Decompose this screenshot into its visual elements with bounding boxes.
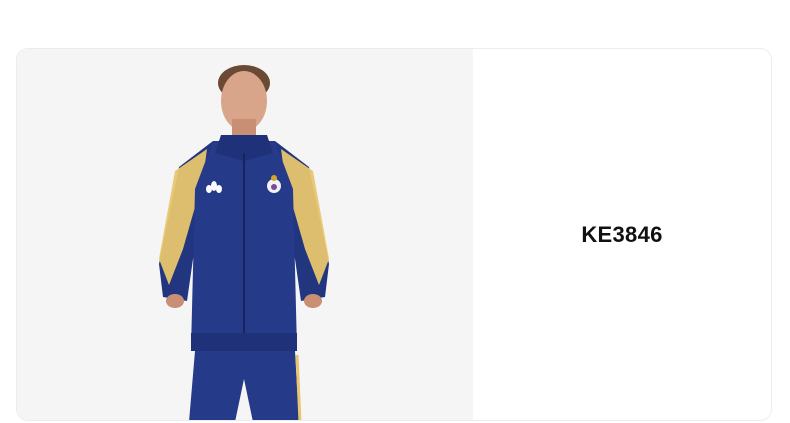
- page: KE3846: [0, 0, 790, 423]
- right-hand: [304, 294, 322, 308]
- pants: [189, 351, 299, 420]
- jacket-waistband: [191, 333, 297, 351]
- model-photo-illustration: [159, 65, 329, 420]
- product-info-panel: KE3846: [473, 49, 771, 420]
- product-image[interactable]: [17, 49, 473, 420]
- product-card[interactable]: KE3846: [16, 48, 772, 421]
- left-hand: [166, 294, 184, 308]
- product-code: KE3846: [581, 221, 663, 247]
